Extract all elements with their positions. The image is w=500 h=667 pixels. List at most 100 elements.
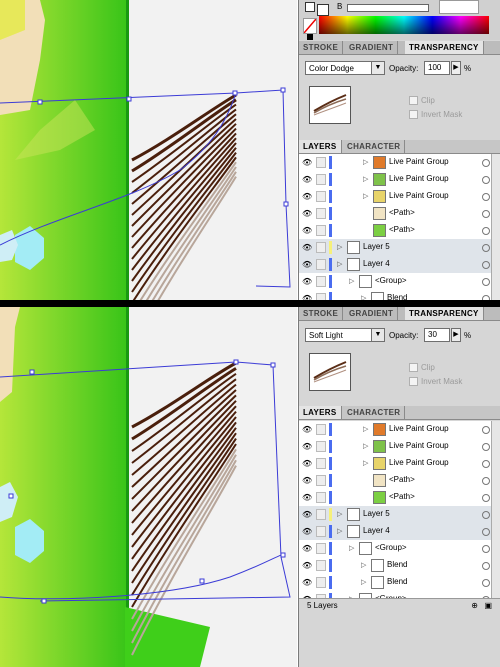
- expand-triangle-icon[interactable]: ▷: [361, 561, 366, 569]
- visibility-eye-icon[interactable]: 👁: [302, 260, 312, 269]
- layer-row[interactable]: 👁 ▷ Layer 4: [299, 523, 500, 541]
- artboard-canvas[interactable]: [0, 0, 297, 300]
- expand-triangle-icon[interactable]: ▷: [361, 578, 366, 586]
- target-circle-icon[interactable]: [482, 528, 490, 536]
- lock-toggle[interactable]: [316, 560, 326, 571]
- tab-layers[interactable]: LAYERS: [299, 140, 342, 153]
- lock-toggle[interactable]: [316, 577, 326, 588]
- expand-triangle-icon[interactable]: ▷: [363, 425, 368, 433]
- expand-triangle-icon[interactable]: ▷: [337, 527, 342, 535]
- new-layer-icon[interactable]: ⊕: [471, 599, 478, 612]
- tab-gradient[interactable]: GRADIENT: [345, 307, 399, 320]
- fill-swatch[interactable]: [305, 2, 315, 12]
- blend-mode-select[interactable]: Soft Light ▼: [305, 328, 385, 342]
- lock-toggle[interactable]: [316, 458, 326, 469]
- target-circle-icon[interactable]: [482, 511, 490, 519]
- visibility-eye-icon[interactable]: 👁: [302, 175, 312, 184]
- blend-mode-select[interactable]: Color Dodge ▼: [305, 61, 385, 75]
- tab-stroke[interactable]: STROKE: [299, 307, 344, 320]
- layer-row[interactable]: 👁 ▷ Layer 5: [299, 239, 500, 257]
- lock-toggle[interactable]: [316, 225, 326, 236]
- layer-row[interactable]: 👁 ▷ Live Paint Group: [299, 421, 500, 439]
- tab-stroke[interactable]: STROKE: [299, 41, 344, 54]
- clip-checkbox[interactable]: Clip: [409, 363, 435, 373]
- target-circle-icon[interactable]: [482, 278, 490, 286]
- target-circle-icon[interactable]: [482, 193, 490, 201]
- visibility-eye-icon[interactable]: 👁: [302, 578, 312, 587]
- layer-row[interactable]: 👁 ▷ Layer 4: [299, 256, 500, 274]
- artboard-canvas-2[interactable]: [0, 307, 297, 667]
- expand-triangle-icon[interactable]: ▷: [349, 544, 354, 552]
- target-circle-icon[interactable]: [482, 261, 490, 269]
- layer-row[interactable]: 👁 ▷ Layer 5: [299, 506, 500, 524]
- layer-row[interactable]: 👁 ▷ Blend: [299, 557, 500, 575]
- lock-toggle[interactable]: [316, 509, 326, 520]
- clip-checkbox[interactable]: Clip: [409, 96, 435, 106]
- black-swatch[interactable]: [307, 34, 313, 40]
- target-circle-icon[interactable]: [482, 244, 490, 252]
- opacity-menu-button[interactable]: ▶: [451, 328, 461, 342]
- lock-toggle[interactable]: [316, 293, 326, 300]
- layer-row[interactable]: 👁 <Path>: [299, 222, 500, 240]
- invert-mask-checkbox[interactable]: Invert Mask: [409, 377, 462, 387]
- layer-row[interactable]: 👁 ▷ Blend: [299, 574, 500, 592]
- visibility-eye-icon[interactable]: 👁: [302, 243, 312, 252]
- visibility-eye-icon[interactable]: 👁: [302, 510, 312, 519]
- none-swatch[interactable]: [303, 18, 317, 34]
- expand-triangle-icon[interactable]: ▷: [337, 260, 342, 268]
- visibility-eye-icon[interactable]: 👁: [302, 158, 312, 167]
- expand-triangle-icon[interactable]: ▷: [363, 175, 368, 183]
- layer-row[interactable]: 👁 ▷ Blend: [299, 290, 500, 300]
- lock-toggle[interactable]: [316, 242, 326, 253]
- visibility-eye-icon[interactable]: 👁: [302, 226, 312, 235]
- b-slider[interactable]: [347, 4, 429, 12]
- layer-row[interactable]: 👁 ▷ <Group>: [299, 273, 500, 291]
- visibility-eye-icon[interactable]: 👁: [302, 459, 312, 468]
- layer-row[interactable]: 👁 ▷ Live Paint Group: [299, 455, 500, 473]
- visibility-eye-icon[interactable]: 👁: [302, 442, 312, 451]
- lock-toggle[interactable]: [316, 526, 326, 537]
- layer-row[interactable]: 👁 <Path>: [299, 489, 500, 507]
- opacity-menu-button[interactable]: ▶: [451, 61, 461, 75]
- tab-character[interactable]: CHARACTER: [343, 406, 406, 419]
- layers-scrollbar[interactable]: [491, 154, 500, 300]
- layers-scrollbar[interactable]: [491, 421, 500, 599]
- tab-transparency[interactable]: TRANSPARENCY: [405, 41, 484, 54]
- color-spectrum[interactable]: [319, 16, 489, 34]
- lock-toggle[interactable]: [316, 276, 326, 287]
- expand-triangle-icon[interactable]: ▷: [363, 442, 368, 450]
- expand-triangle-icon[interactable]: ▷: [337, 243, 342, 251]
- lock-toggle[interactable]: [316, 259, 326, 270]
- layer-row[interactable]: 👁 ▷ Live Paint Group: [299, 171, 500, 189]
- lock-toggle[interactable]: [316, 174, 326, 185]
- layer-row[interactable]: 👁 <Path>: [299, 472, 500, 490]
- lock-toggle[interactable]: [316, 191, 326, 202]
- target-circle-icon[interactable]: [482, 477, 490, 485]
- b-value[interactable]: [439, 0, 479, 14]
- expand-triangle-icon[interactable]: ▷: [349, 277, 354, 285]
- visibility-eye-icon[interactable]: 👁: [302, 277, 312, 286]
- target-circle-icon[interactable]: [482, 426, 490, 434]
- layer-row[interactable]: 👁 ▷ Live Paint Group: [299, 438, 500, 456]
- visibility-eye-icon[interactable]: 👁: [302, 209, 312, 218]
- delete-layer-icon[interactable]: ▣: [484, 599, 492, 612]
- visibility-eye-icon[interactable]: 👁: [302, 544, 312, 553]
- target-circle-icon[interactable]: [482, 494, 490, 502]
- expand-triangle-icon[interactable]: ▷: [363, 459, 368, 467]
- visibility-eye-icon[interactable]: 👁: [302, 493, 312, 502]
- tab-layers[interactable]: LAYERS: [299, 406, 342, 419]
- layer-row[interactable]: 👁 ▷ Live Paint Group: [299, 154, 500, 172]
- target-circle-icon[interactable]: [482, 460, 490, 468]
- target-circle-icon[interactable]: [482, 579, 490, 587]
- lock-toggle[interactable]: [316, 475, 326, 486]
- visibility-eye-icon[interactable]: 👁: [302, 192, 312, 201]
- target-circle-icon[interactable]: [482, 227, 490, 235]
- stroke-swatch[interactable]: [317, 4, 329, 16]
- visibility-eye-icon[interactable]: 👁: [302, 527, 312, 536]
- lock-toggle[interactable]: [316, 157, 326, 168]
- target-circle-icon[interactable]: [482, 545, 490, 553]
- tab-transparency[interactable]: TRANSPARENCY: [405, 307, 484, 320]
- target-circle-icon[interactable]: [482, 159, 490, 167]
- opacity-input[interactable]: 30: [424, 328, 450, 342]
- layer-row[interactable]: 👁 ▷ Live Paint Group: [299, 188, 500, 206]
